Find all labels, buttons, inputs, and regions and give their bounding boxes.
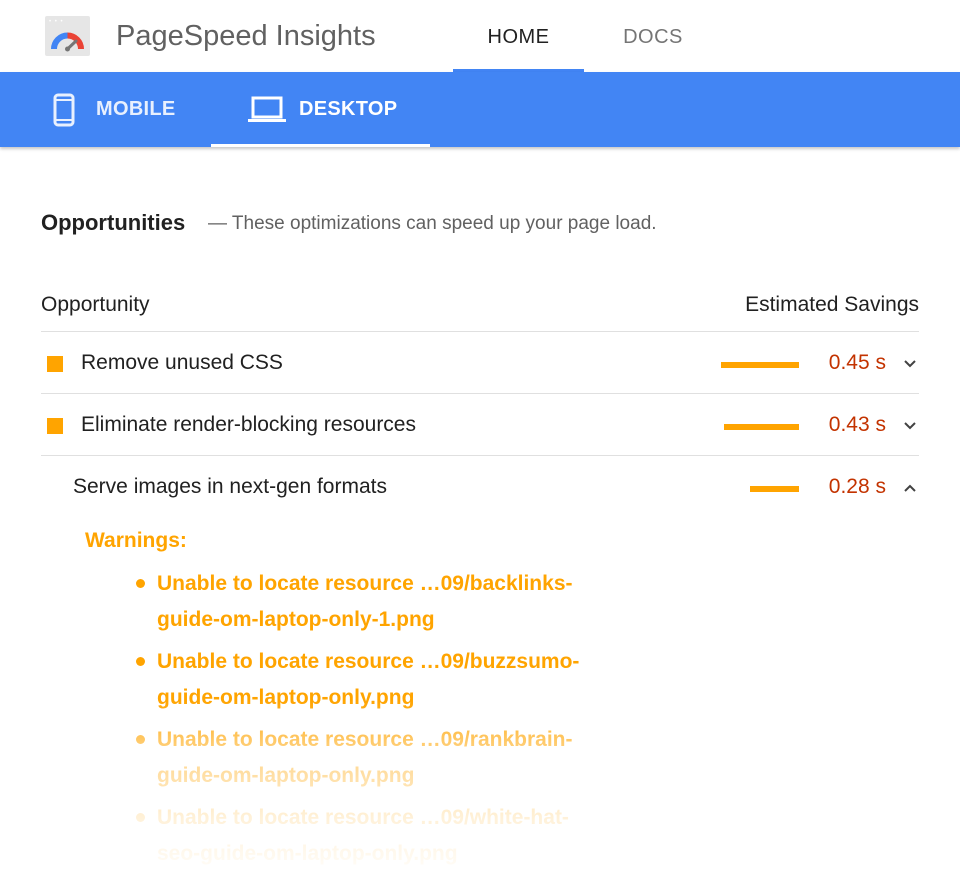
opportunity-title: Serve images in next-gen formats: [73, 475, 387, 498]
smartphone-icon: [53, 93, 75, 127]
nav-tab-home[interactable]: HOME: [453, 0, 584, 72]
chevron-up-icon[interactable]: [903, 481, 917, 495]
column-header-savings: Estimated Savings: [745, 293, 919, 316]
warning-text-line: Unable to locate resource …09/backlinks-: [157, 572, 573, 595]
laptop-icon: [248, 96, 286, 122]
section-description: — These optimizations can speed up your …: [208, 213, 657, 234]
warnings-list: Unable to locate resource …09/backlinks-…: [136, 566, 656, 878]
tab-desktop[interactable]: DESKTOP: [211, 72, 430, 147]
warning-item: Unable to locate resource …09/buzzsumo- …: [136, 644, 656, 716]
tab-desktop-label: DESKTOP: [299, 98, 398, 120]
tab-mobile-label: MOBILE: [96, 98, 176, 120]
warning-text-line: Unable to locate resource …09/white-hat-: [157, 806, 569, 829]
warning-item: Unable to locate resource …09/white-hat-…: [136, 800, 656, 872]
warning-text-line: guide-om-laptop-only.png: [157, 686, 415, 709]
savings-value: 0.45 s: [828, 351, 886, 374]
savings-value: 0.43 s: [828, 413, 886, 436]
bullet-icon: [136, 657, 145, 666]
column-header-opportunity: Opportunity: [41, 293, 150, 316]
app-title: PageSpeed Insights: [116, 20, 376, 52]
warning-square-icon: [47, 356, 63, 372]
divider: [41, 455, 919, 456]
opportunity-row[interactable]: Remove unused CSS 0.45 s: [41, 333, 919, 393]
warning-square-icon: [47, 418, 63, 434]
divider: [41, 393, 919, 394]
savings-bar: [724, 424, 799, 430]
warning-text-line: seo-guide-om-laptop-only.png: [157, 842, 458, 865]
nav-tab-docs[interactable]: DOCS: [588, 0, 718, 72]
nav-tab-home-label: HOME: [487, 26, 550, 48]
bullet-icon: [136, 813, 145, 822]
section-title: Opportunities: [41, 210, 186, 235]
warnings-label: Warnings:: [85, 529, 187, 552]
tab-mobile[interactable]: MOBILE: [40, 72, 210, 147]
bullet-icon: [136, 579, 145, 588]
opportunity-row[interactable]: Eliminate render-blocking resources 0.43…: [41, 395, 919, 455]
chevron-down-icon[interactable]: [903, 419, 917, 433]
warning-text-line: guide-om-laptop-only-1.png: [157, 608, 435, 631]
device-tab-bar: MOBILE DESKTOP: [0, 72, 960, 147]
chevron-down-icon[interactable]: [903, 357, 917, 371]
top-header: • • • PageSpeed Insights HOME DOCS: [0, 0, 960, 72]
pagespeed-gauge-icon[interactable]: • • •: [45, 16, 90, 56]
opportunity-title: Eliminate render-blocking resources: [81, 413, 416, 436]
bullet-icon: [136, 735, 145, 744]
warning-text-line: Unable to locate resource …09/buzzsumo-: [157, 650, 580, 673]
savings-bar: [750, 486, 799, 492]
warning-item: Unable to locate resource …09/backlinks-…: [136, 566, 656, 638]
warning-text-line: guide-om-laptop-only.png: [157, 764, 415, 787]
opportunity-row-expanded[interactable]: Serve images in next-gen formats 0.28 s: [41, 457, 919, 517]
opportunity-title: Remove unused CSS: [81, 351, 283, 374]
savings-bar: [721, 362, 799, 368]
nav-tab-docs-label: DOCS: [623, 26, 683, 48]
savings-value: 0.28 s: [828, 475, 886, 498]
active-device-indicator: [211, 144, 430, 147]
warning-item: Unable to locate resource …09/rankbrain-…: [136, 722, 656, 794]
warning-text-line: Unable to locate resource …09/rankbrain-: [157, 728, 573, 751]
divider: [41, 331, 919, 332]
